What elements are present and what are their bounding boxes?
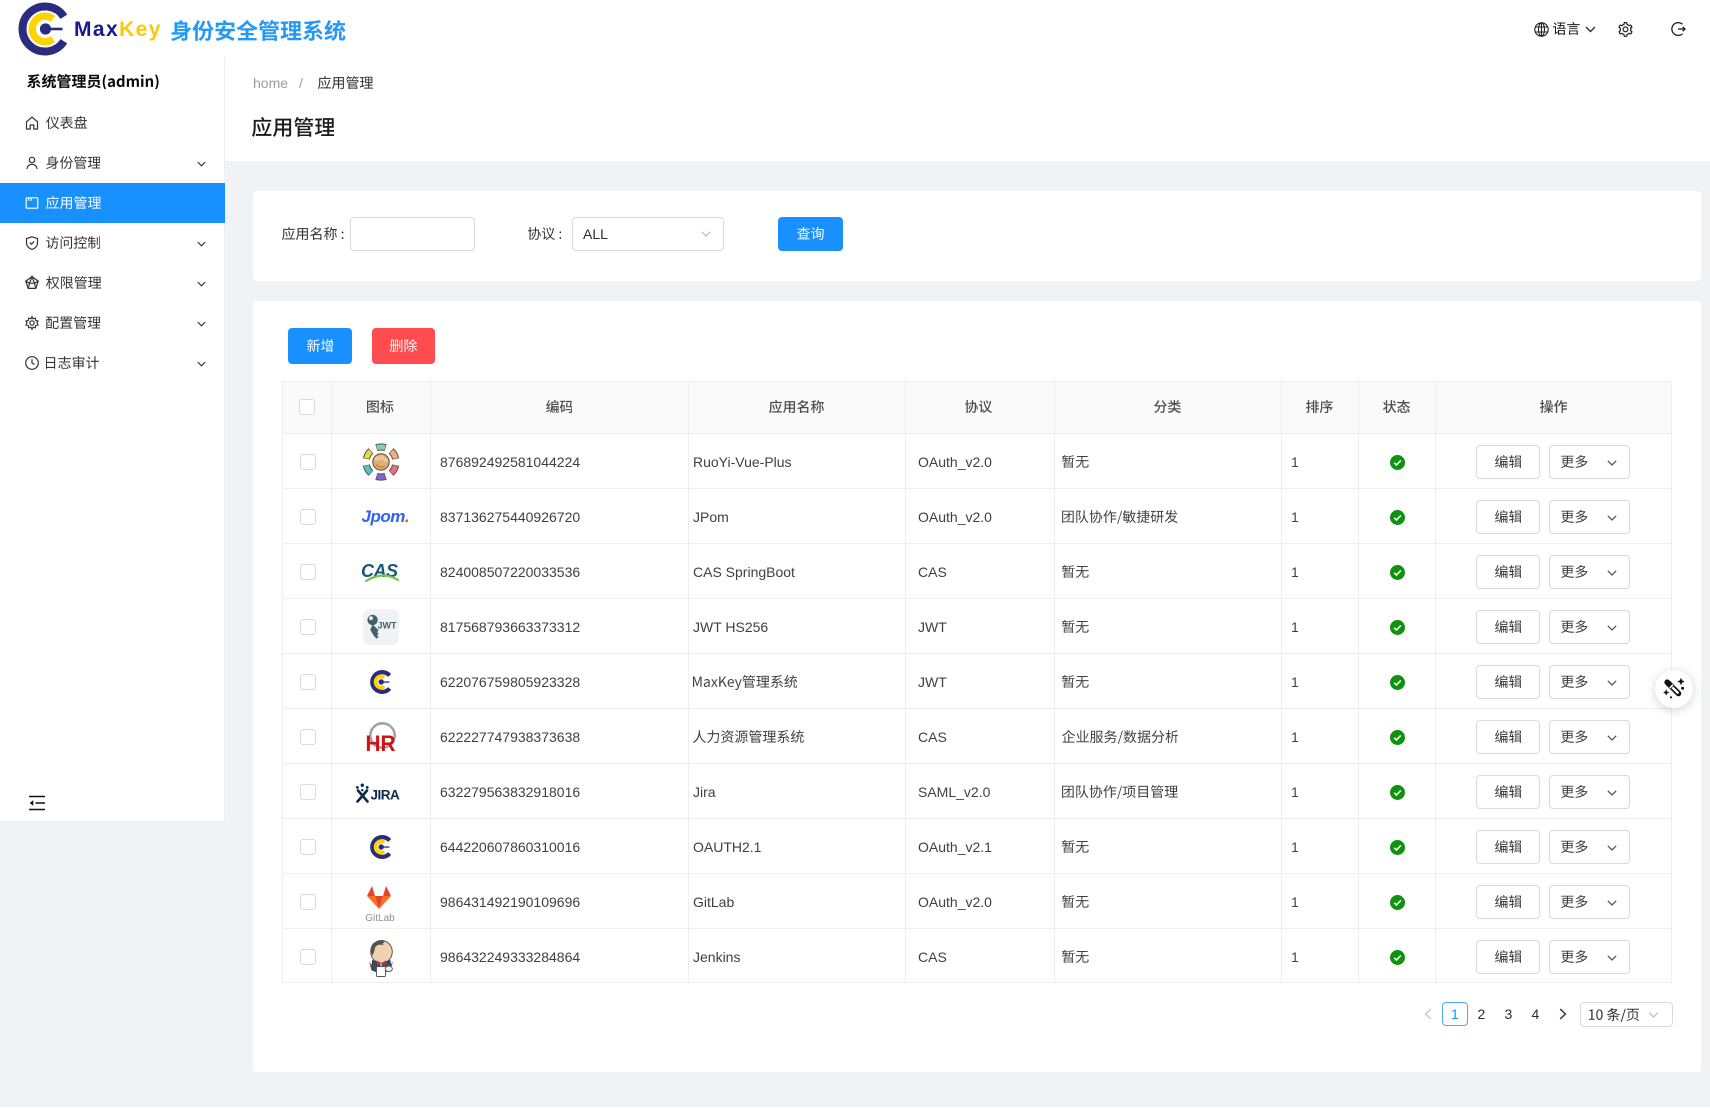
svg-text:JIRA: JIRA — [371, 788, 401, 803]
svg-text:HR: HR — [366, 731, 396, 756]
svg-text:GitLab: GitLab — [365, 913, 395, 923]
svg-text:JWT: JWT — [378, 621, 398, 631]
